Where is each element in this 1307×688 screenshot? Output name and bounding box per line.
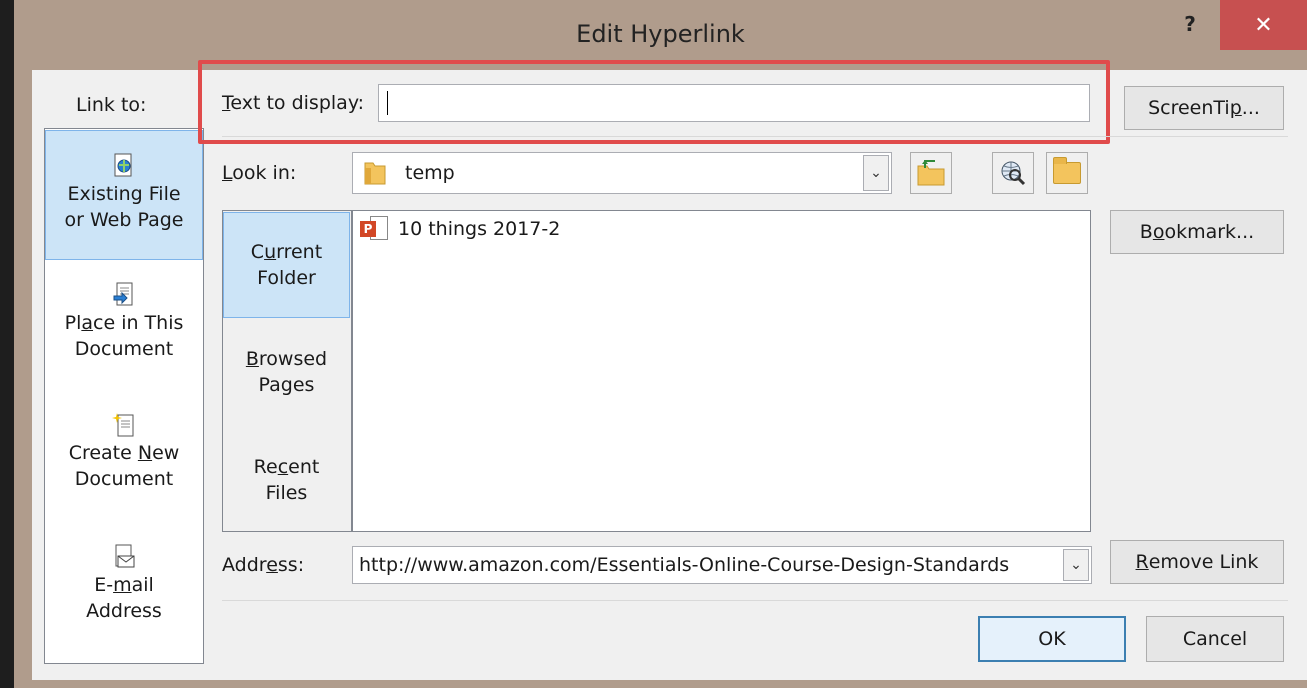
help-button[interactable]: ? <box>1168 0 1212 48</box>
up-folder-icon <box>917 160 945 186</box>
link-to-item-line2: Document <box>74 338 174 360</box>
dialog-title: Edit Hyperlink <box>576 20 745 48</box>
remove-link-button[interactable]: Remove Link <box>1110 540 1284 584</box>
nav-item-line2: Files <box>265 482 308 504</box>
link-to-item-line1: E-mail <box>94 574 154 596</box>
link-to-item-line2: Document <box>74 468 174 490</box>
separator <box>222 600 1288 601</box>
link-to-place-in-document[interactable]: Place in This Document <box>45 282 203 362</box>
browse-file-button[interactable] <box>1046 152 1088 194</box>
place-in-document-icon <box>112 282 136 308</box>
look-in-label: Look in: <box>222 162 297 184</box>
nav-current-folder[interactable]: Current Folder <box>223 212 350 318</box>
text-to-display-input[interactable] <box>378 84 1090 122</box>
nav-item-line1: Current <box>250 241 323 263</box>
up-one-folder-button[interactable] <box>910 152 952 194</box>
web-page-file-icon <box>112 153 136 179</box>
cancel-button[interactable]: Cancel <box>1146 616 1284 662</box>
close-button[interactable]: ✕ <box>1220 0 1307 50</box>
look-in-combobox[interactable]: temp ⌄ <box>352 152 892 194</box>
ok-button[interactable]: OK <box>978 616 1126 662</box>
file-name: 10 things 2017-2 <box>398 218 561 240</box>
address-value: http://www.amazon.com/Essentials-Online-… <box>359 554 1010 576</box>
screentip-button[interactable]: ScreenTi p... <box>1124 86 1284 130</box>
address-combobox[interactable]: http://www.amazon.com/Essentials-Online-… <box>352 546 1092 584</box>
separator <box>222 136 1288 137</box>
link-to-existing-file[interactable]: Existing File or Web Page <box>45 130 203 260</box>
look-in-dropdown-arrow[interactable]: ⌄ <box>863 155 889 191</box>
text-cursor <box>387 91 388 115</box>
link-to-create-new-document[interactable]: Create New Document <box>45 412 203 492</box>
address-dropdown-arrow[interactable]: ⌄ <box>1063 549 1089 581</box>
nav-item-line2: Folder <box>257 267 316 289</box>
link-to-item-line1: Place in This <box>64 312 184 334</box>
nav-item-line1: Browsed <box>245 348 328 370</box>
link-to-email-address[interactable]: E-mail Address <box>45 544 203 624</box>
look-in-value: temp <box>405 162 455 184</box>
bookmark-button[interactable]: Bo okmark... <box>1110 210 1284 254</box>
nav-browsed-pages[interactable]: Browsed Pages <box>223 330 350 414</box>
link-to-item-line1: Existing File <box>67 183 181 205</box>
list-item[interactable]: P 10 things 2017-2 <box>360 216 560 242</box>
file-list[interactable] <box>352 210 1091 532</box>
powerpoint-icon: P <box>360 216 390 242</box>
nav-item-line1: Recent <box>253 456 320 478</box>
nav-recent-files[interactable]: Recent Files <box>223 438 350 522</box>
link-to-item-line2: Address <box>86 600 162 622</box>
nav-item-line2: Pages <box>258 374 315 396</box>
email-icon <box>112 544 136 570</box>
new-document-icon <box>112 412 136 438</box>
browse-web-button[interactable] <box>992 152 1034 194</box>
folder-icon <box>363 160 387 186</box>
link-to-item-line1: Create New <box>68 442 180 464</box>
address-label: Address: <box>222 554 305 576</box>
browse-web-icon <box>1001 161 1026 186</box>
text-to-display-label: Text to display: <box>222 92 365 114</box>
link-to-item-line2: or Web Page <box>64 209 184 231</box>
open-folder-icon <box>1053 157 1081 184</box>
link-to-label: Link to: <box>76 94 147 116</box>
